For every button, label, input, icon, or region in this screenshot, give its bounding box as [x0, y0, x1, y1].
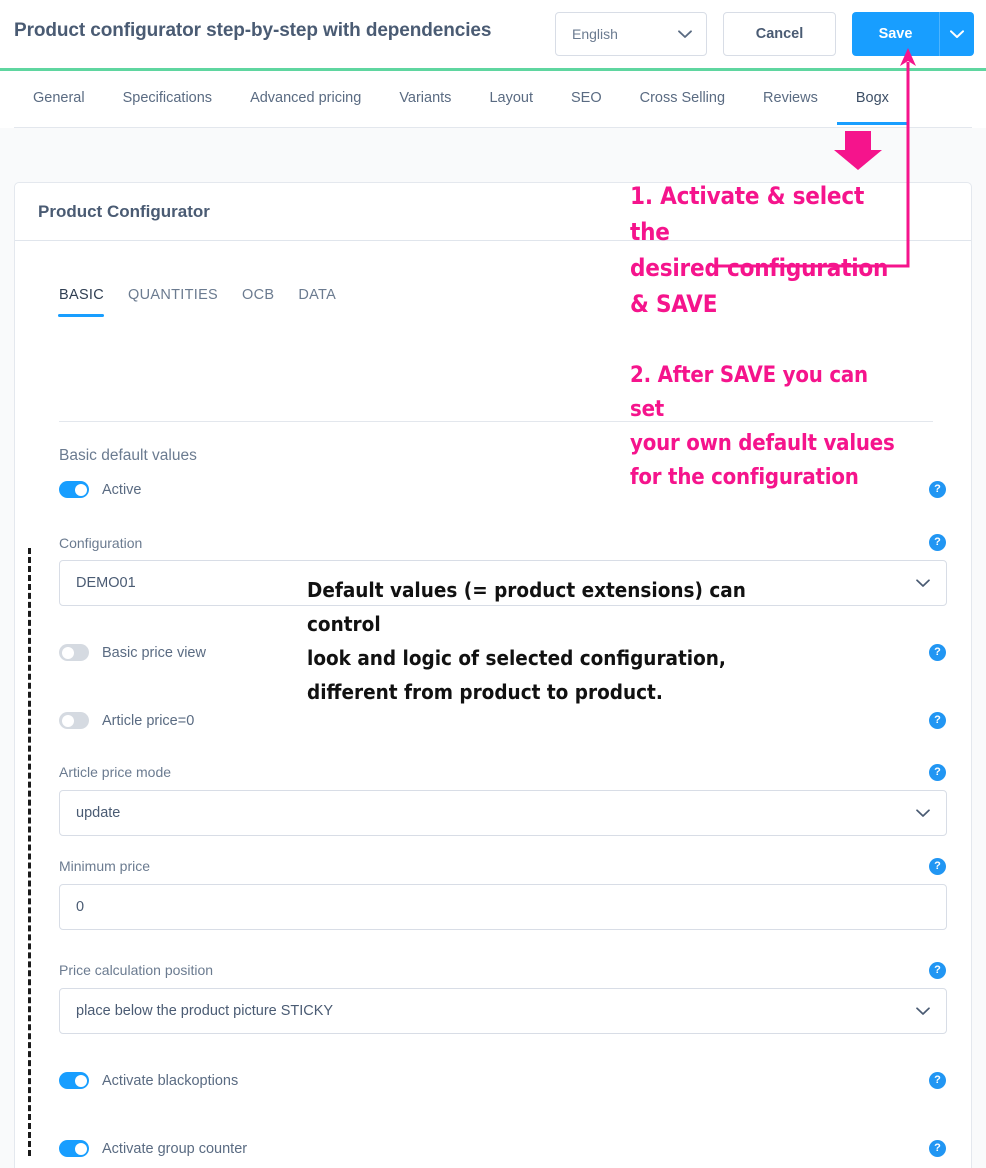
help-icon-active[interactable]: ? — [929, 481, 946, 498]
field-activate-blackoptions[interactable]: Activate blackoptions — [59, 1072, 238, 1089]
field-active[interactable]: Active — [59, 481, 142, 498]
help-icon-article-price-zero[interactable]: ? — [929, 712, 946, 729]
article-price-mode-label: Article price mode — [59, 764, 172, 780]
section-label-basic-default-values: Basic default values — [59, 447, 197, 464]
annotation-step-2-line-1: 2. After SAVE you can set — [630, 363, 868, 422]
activate-blackoptions-label: Activate blackoptions — [102, 1072, 239, 1089]
tab-general[interactable]: General — [14, 71, 104, 125]
tab-layout[interactable]: Layout — [470, 71, 552, 125]
toggle-knob — [74, 483, 87, 496]
article-price-mode-value: update — [76, 805, 121, 821]
tab-bogx[interactable]: Bogx — [836, 71, 908, 125]
annotation-step-2-line-2: your own default values — [630, 431, 895, 456]
article-price-zero-toggle[interactable] — [59, 712, 89, 729]
tab-advanced-pricing[interactable]: Advanced pricing — [231, 71, 380, 125]
save-button[interactable]: Save — [852, 12, 939, 56]
toggle-knob — [74, 1074, 87, 1087]
annotation-note-line-1: Default values (= product extensions) ca… — [307, 578, 746, 636]
annotation-note: Default values (= product extensions) ca… — [307, 573, 807, 709]
help-icon-minimum-price[interactable]: ? — [929, 858, 946, 875]
chevron-down-icon — [950, 29, 964, 39]
minimum-price-label: Minimum price — [59, 858, 151, 874]
minimum-price-value: 0 — [76, 899, 85, 915]
field-basic-price-view[interactable]: Basic price view — [59, 644, 206, 661]
save-dropdown-button[interactable] — [939, 12, 974, 56]
toggle-knob — [61, 714, 74, 727]
annotation-note-line-2: look and logic of selected configuration… — [307, 646, 726, 670]
language-select[interactable]: English — [555, 12, 707, 56]
annotation-step-1-line-3: & SAVE — [630, 290, 718, 318]
header-actions: English Cancel Save — [555, 12, 974, 56]
help-icon-configuration[interactable]: ? — [929, 534, 946, 551]
tab-variants[interactable]: Variants — [380, 71, 470, 125]
field-article-price-zero[interactable]: Article price=0 — [59, 712, 194, 729]
activate-blackoptions-toggle[interactable] — [59, 1072, 89, 1089]
activate-group-counter-toggle[interactable] — [59, 1140, 89, 1157]
annotation-step-1: 1. Activate & select the desired configu… — [630, 178, 890, 322]
tab-reviews[interactable]: Reviews — [744, 71, 837, 125]
price-calculation-position-label: Price calculation position — [59, 962, 214, 978]
help-icon-activate-blackoptions[interactable]: ? — [929, 1072, 946, 1089]
page-title: Product configurator step-by-step with d… — [14, 20, 492, 41]
chevron-down-icon — [678, 29, 692, 39]
help-icon-article-price-mode[interactable]: ? — [929, 764, 946, 781]
annotation-step-1-line-2: desired configuration — [630, 254, 889, 282]
minimum-price-input[interactable]: 0 — [59, 884, 947, 930]
help-icon-basic-price-view[interactable]: ? — [929, 644, 946, 661]
sub-tab-basic[interactable]: BASIC — [57, 287, 116, 317]
price-calculation-position-select[interactable]: place below the product picture STICKY — [59, 988, 947, 1034]
sub-tab-ocb[interactable]: OCB — [230, 287, 286, 317]
annotation-step-2: 2. After SAVE you can set your own defau… — [630, 359, 900, 495]
basic-price-view-label: Basic price view — [102, 644, 206, 661]
product-tab-bar: General Specifications Advanced pricing … — [0, 71, 986, 128]
configuration-label: Configuration — [59, 535, 143, 551]
annotation-note-line-3: different from product to product. — [307, 680, 663, 704]
activate-group-counter-label: Activate group counter — [102, 1140, 248, 1157]
basic-price-view-toggle[interactable] — [59, 644, 89, 661]
dashed-vertical-bracket-icon — [28, 548, 31, 1156]
tab-cross-selling[interactable]: Cross Selling — [621, 71, 744, 125]
page-header: Product configurator step-by-step with d… — [0, 0, 986, 68]
annotation-step-1-line-1: 1. Activate & select the — [630, 182, 865, 246]
cancel-button[interactable]: Cancel — [723, 12, 836, 56]
tab-bar-divider — [14, 127, 972, 128]
product-tabs: General Specifications Advanced pricing … — [14, 71, 908, 125]
toggle-knob — [74, 1142, 87, 1155]
language-value: English — [572, 26, 618, 42]
field-activate-group-counter[interactable]: Activate group counter — [59, 1140, 247, 1157]
tab-specifications[interactable]: Specifications — [104, 71, 231, 125]
chevron-down-icon — [916, 1006, 930, 1016]
tab-seo[interactable]: SEO — [552, 71, 621, 125]
active-toggle-label: Active — [102, 481, 142, 498]
sub-tab-quantities[interactable]: QUANTITIES — [116, 287, 230, 317]
toggle-knob — [61, 646, 74, 659]
chevron-down-icon — [916, 808, 930, 818]
article-price-zero-label: Article price=0 — [102, 712, 195, 729]
price-calculation-position-value: place below the product picture STICKY — [76, 1003, 334, 1019]
sub-tab-data[interactable]: DATA — [286, 287, 348, 317]
card-title: Product Configurator — [38, 201, 210, 221]
annotation-step-2-line-3: for the configuration — [630, 465, 859, 490]
article-price-mode-select[interactable]: update — [59, 790, 947, 836]
help-icon-price-calculation-position[interactable]: ? — [929, 962, 946, 979]
chevron-down-icon — [916, 578, 930, 588]
down-arrow-marker-icon — [834, 131, 882, 170]
app-root: Product configurator step-by-step with d… — [0, 0, 986, 1168]
save-button-group: Save — [852, 12, 974, 56]
active-toggle[interactable] — [59, 481, 89, 498]
help-icon-activate-group-counter[interactable]: ? — [929, 1140, 946, 1157]
